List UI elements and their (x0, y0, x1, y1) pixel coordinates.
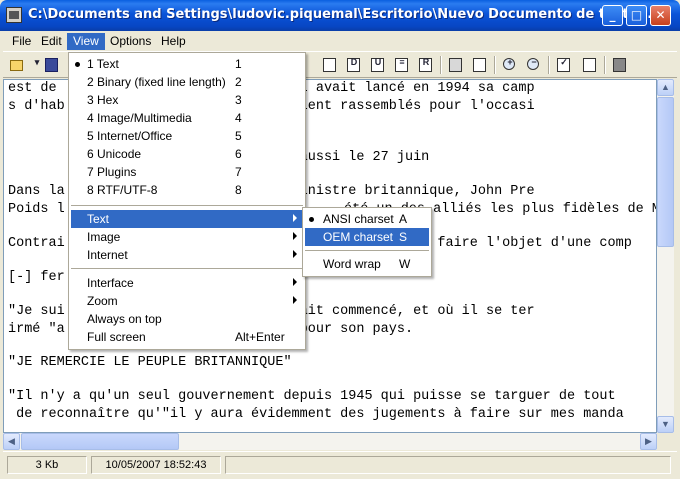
view-menu-item-binary[interactable]: 2 Binary (fixed line length) 2 (71, 73, 303, 91)
submenu-arrow-icon (293, 278, 297, 286)
windows-icon[interactable] (581, 56, 599, 74)
disabled-icon (447, 56, 465, 74)
view-menu-item-image-submenu[interactable]: Image (71, 228, 303, 246)
window-title: C:\Documents and Settings\ludovic.piquem… (28, 7, 658, 22)
view-menu-item-interface[interactable]: Interface (71, 274, 303, 292)
file-date: 10/05/2007 18:52:43 (91, 456, 221, 474)
view-menu-item-text-submenu[interactable]: Text (71, 210, 303, 228)
text-submenu-item-oem[interactable]: OEM charset S (305, 228, 429, 246)
u-doc-icon[interactable]: U (369, 56, 387, 74)
menu-edit[interactable]: Edit (35, 33, 68, 50)
save-icon[interactable] (43, 56, 61, 74)
view-menu-item-image[interactable]: 4 Image/Multimedia 4 (71, 109, 303, 127)
checked-dot-icon (75, 62, 80, 67)
checked-dot-icon (309, 217, 314, 222)
vertical-scrollbar[interactable]: ▲ ▼ (657, 79, 674, 433)
zoom-in-icon[interactable]: + (501, 56, 519, 74)
view-menu-item-text-mode[interactable]: 1 Text 1 (71, 55, 303, 73)
submenu-arrow-icon (293, 214, 297, 222)
zoom-out-icon[interactable]: − (525, 56, 543, 74)
submenu-arrow-icon (293, 232, 297, 240)
text-submenu-item-ansi[interactable]: ANSI charset A (305, 210, 429, 228)
status-bar: 3 Kb 10/05/2007 18:52:43 (3, 451, 677, 476)
vertical-scroll-thumb[interactable] (657, 97, 674, 247)
toolbar-separator (494, 56, 496, 74)
menu-bar: File Edit View Options Help (3, 31, 677, 51)
text-line: "JE REMERCIE LE PEUPLE BRITANNIQUE" (8, 355, 292, 370)
toolbar-separator (604, 56, 606, 74)
submenu-arrow-icon (293, 296, 297, 304)
view-menu-item-full-screen[interactable]: Full screen Alt+Enter (71, 328, 303, 346)
fit-icon[interactable] (471, 56, 489, 74)
text-line: "Il n'y a qu'un seul gouvernement depuis… (8, 389, 616, 404)
text-doc-icon[interactable]: ≡ (393, 56, 411, 74)
menu-options[interactable]: Options (104, 33, 157, 50)
maximize-button[interactable]: □ (626, 5, 647, 26)
device-icon[interactable] (611, 56, 629, 74)
toolbar-separator (548, 56, 550, 74)
menu-separator (305, 250, 429, 251)
scroll-down-icon[interactable]: ▼ (657, 416, 674, 433)
horizontal-scrollbar[interactable]: ◀ ▶ (3, 433, 657, 450)
file-size: 3 Kb (7, 456, 87, 474)
view-menu-item-always-on-top[interactable]: Always on top (71, 310, 303, 328)
view-menu: 1 Text 1 2 Binary (fixed line length) 2 … (68, 52, 306, 350)
text-line: de reconnaître qu'"il y aura évidemment … (8, 407, 624, 422)
submenu-arrow-icon (293, 250, 297, 258)
close-button[interactable]: ✕ (650, 5, 671, 26)
view-menu-item-plugins[interactable]: 7 Plugins 7 (71, 163, 303, 181)
view-menu-item-internet-submenu[interactable]: Internet (71, 246, 303, 264)
doc-icon[interactable]: D (345, 56, 363, 74)
text-submenu-item-word-wrap[interactable]: Word wrap W (305, 255, 429, 273)
app-icon[interactable] (6, 7, 22, 23)
page-icon[interactable] (321, 56, 339, 74)
scroll-right-icon[interactable]: ▶ (640, 433, 657, 450)
view-menu-item-hex[interactable]: 3 Hex 3 (71, 91, 303, 109)
menu-separator (71, 205, 303, 206)
status-info (225, 456, 671, 474)
menu-file[interactable]: File (6, 33, 37, 50)
text-submenu: ANSI charset A OEM charset S Word wrap W (302, 207, 432, 277)
view-menu-item-rtf[interactable]: 8 RTF/UTF-8 8 (71, 181, 303, 199)
text-line: [-] fer (8, 270, 65, 285)
menu-help[interactable]: Help (155, 33, 192, 50)
toolbar-separator (440, 56, 442, 74)
check-doc-icon[interactable]: ✓ (555, 56, 573, 74)
minimize-button[interactable]: _ (602, 5, 623, 26)
view-menu-item-zoom[interactable]: Zoom (71, 292, 303, 310)
horizontal-scroll-thumb[interactable] (21, 433, 179, 450)
scroll-left-icon[interactable]: ◀ (3, 433, 20, 450)
scroll-up-icon[interactable]: ▲ (657, 79, 674, 96)
dropdown-arrow-icon[interactable]: ▾ (28, 56, 40, 74)
view-menu-item-internet[interactable]: 5 Internet/Office 5 (71, 127, 303, 145)
r-doc-icon[interactable]: R (417, 56, 435, 74)
open-icon[interactable] (8, 56, 26, 74)
view-menu-item-unicode[interactable]: 6 Unicode 6 (71, 145, 303, 163)
menu-separator (71, 268, 303, 269)
title-bar: C:\Documents and Settings\ludovic.piquem… (0, 0, 680, 31)
menu-view[interactable]: View (67, 33, 105, 50)
